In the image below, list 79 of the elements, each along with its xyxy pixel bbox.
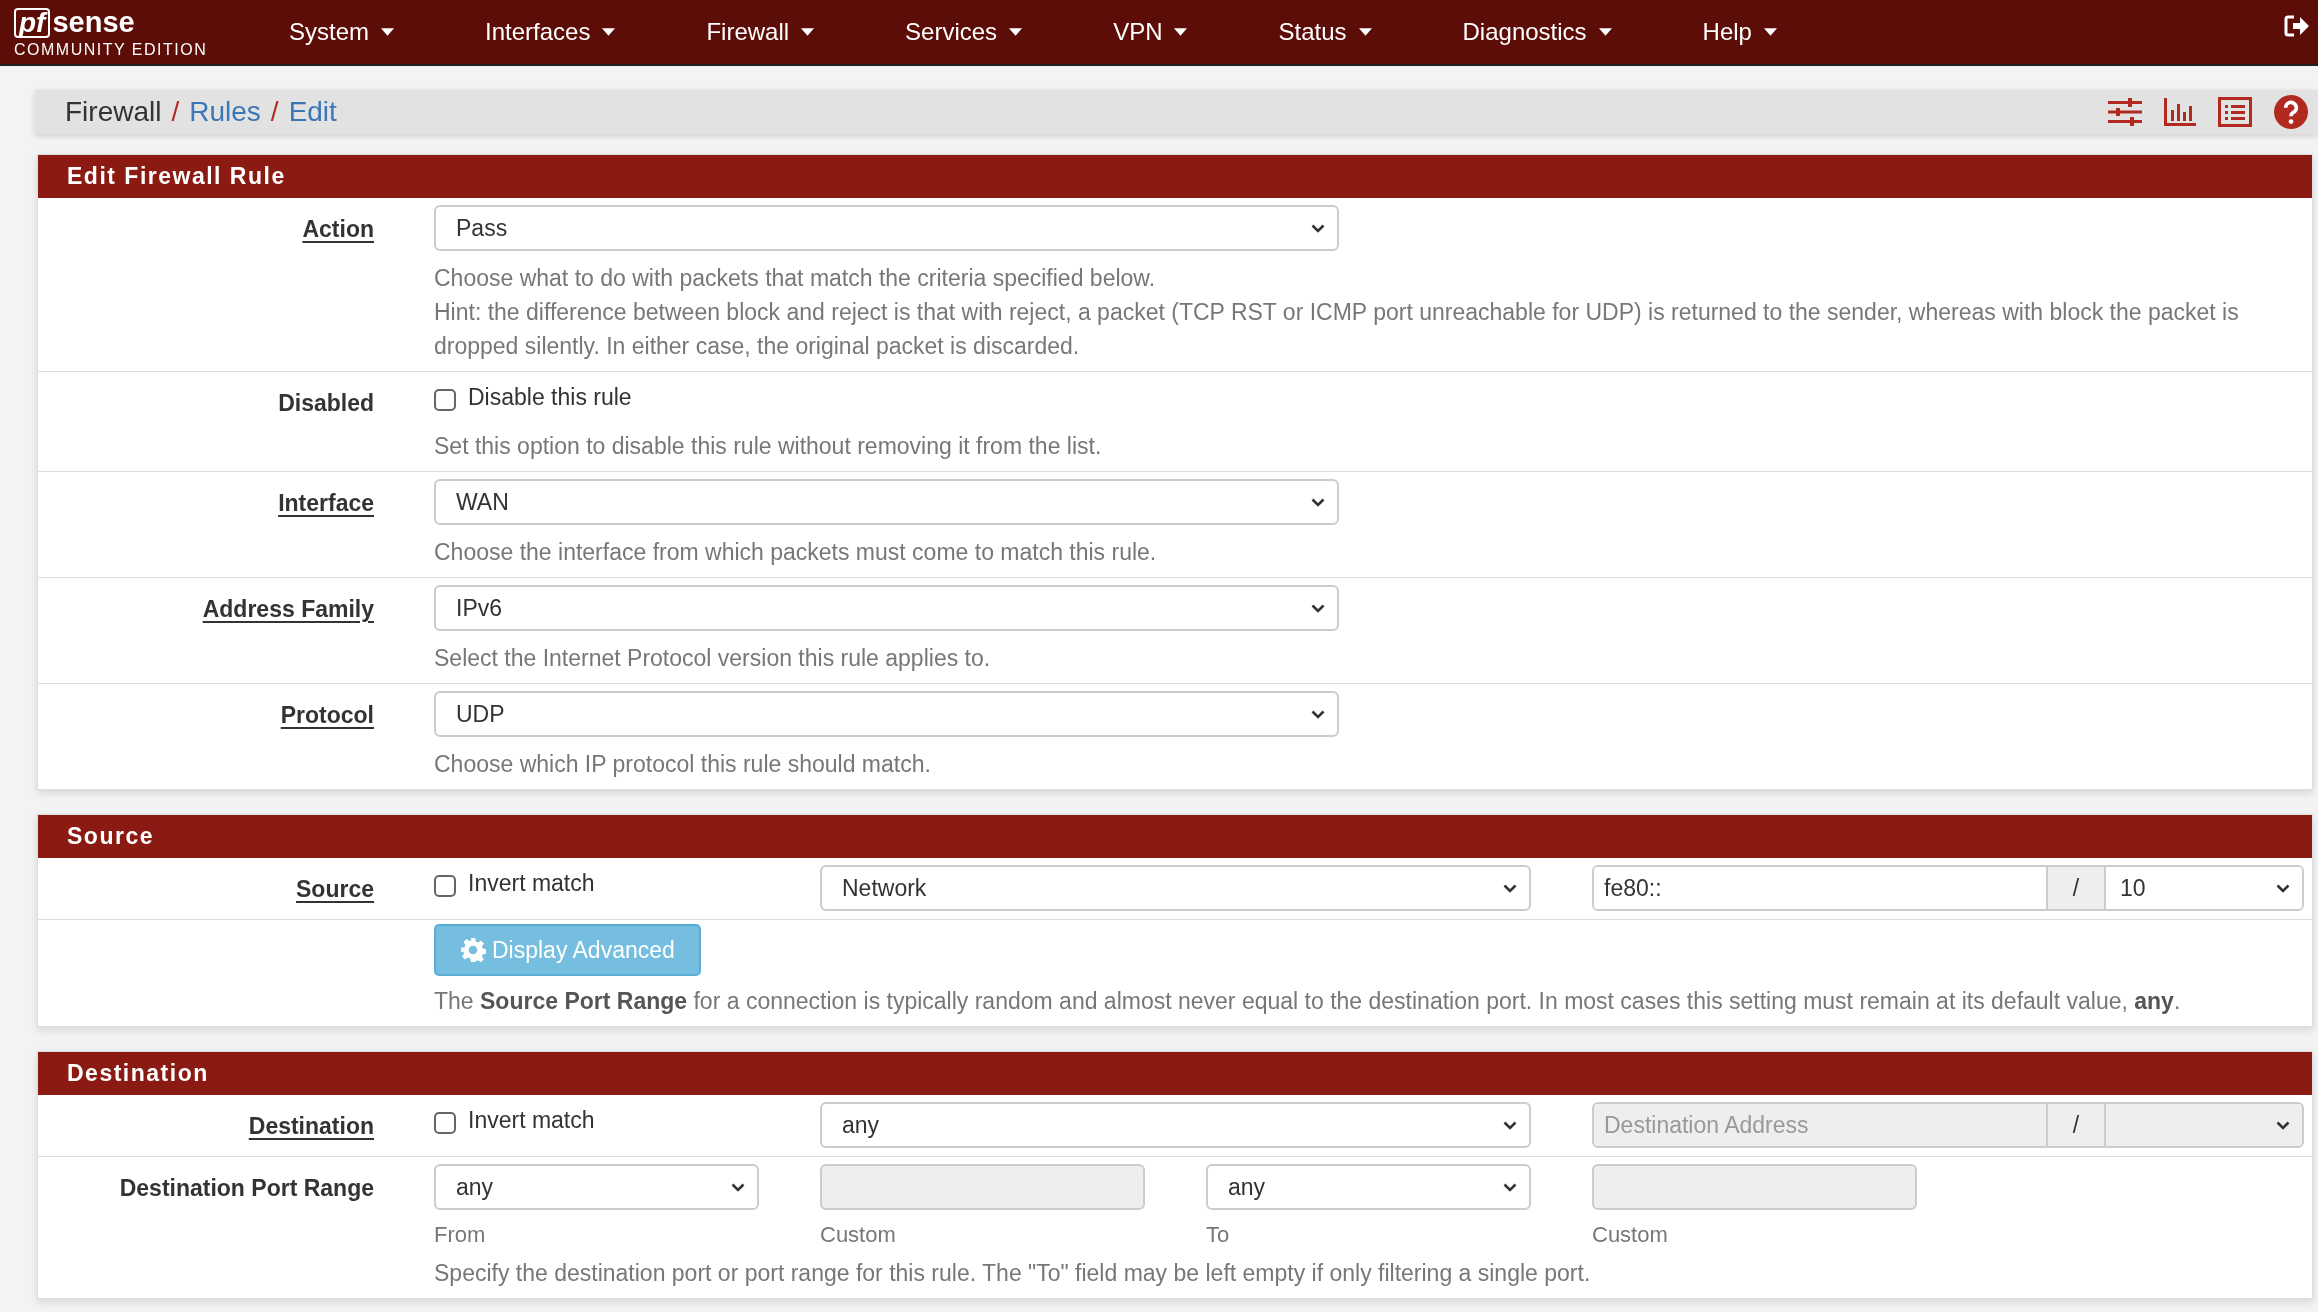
- chevron-icon: [731, 1182, 745, 1192]
- field-caption: To: [1206, 1221, 1231, 1249]
- nav-menu[interactable]: Status: [1253, 0, 1397, 64]
- breadcrumb-separator: /: [270, 96, 279, 128]
- dropdown[interactable]: IPv6: [434, 585, 1339, 631]
- dropdown[interactable]: any: [434, 1164, 759, 1210]
- help-text: Choose what to do with packets that match the criteria specified below.: [434, 264, 1157, 293]
- nav-menu[interactable]: Firewall: [681, 0, 840, 64]
- field-label-link[interactable]: Address Family: [202, 596, 374, 622]
- help-text: Specify the destination port or port range for this rule. The "To" field may be left empty if only filtering a single port.: [434, 1259, 1592, 1288]
- list-icon[interactable]: [2218, 97, 2252, 127]
- chevron-icon: [1503, 883, 1517, 893]
- caret-icon: [1598, 28, 1612, 36]
- help-text: Set this option to disable this rule without removing it from the list.: [434, 432, 1103, 461]
- chevron-icon: [1311, 497, 1325, 507]
- breadcrumb-text: Firewall: [65, 96, 162, 128]
- field-label: Disabled: [278, 390, 374, 416]
- logout-icon[interactable]: [2284, 14, 2310, 38]
- field-label-link[interactable]: Destination: [248, 1113, 374, 1139]
- chevron-icon: [2276, 1120, 2290, 1130]
- chevron-icon: [1311, 709, 1325, 719]
- breadcrumb-link[interactable]: Edit: [288, 96, 337, 128]
- help-text: The Source Port Range for a connection is typically random and almost never equal to the destination port. In most cases this setting must remain at its default value, any.: [434, 987, 2182, 1016]
- section-title: Destination: [38, 1052, 2312, 1095]
- bar-chart-icon[interactable]: [2164, 98, 2196, 126]
- logo-mark: pf: [14, 7, 51, 38]
- caret-icon: [381, 28, 394, 36]
- field-label-link[interactable]: Protocol: [280, 702, 374, 728]
- edition-label: COMMUNITY EDITION: [14, 40, 209, 59]
- nav-menu[interactable]: Interfaces: [460, 0, 641, 64]
- section-title: Source: [38, 815, 2312, 858]
- checkbox[interactable]: [434, 1112, 456, 1134]
- caret-icon: [1763, 28, 1777, 36]
- breadcrumb-separator: /: [171, 96, 180, 128]
- help-text: Select the Internet Protocol version this rule applies to.: [434, 644, 992, 673]
- chevron-icon: [1311, 603, 1325, 613]
- checkbox-label: Disable this rule: [468, 383, 632, 411]
- help-icon[interactable]: [2274, 95, 2308, 129]
- nav-menu[interactable]: Services: [880, 0, 1048, 64]
- checkbox-label: Invert match: [468, 869, 595, 897]
- logo-text: sense: [52, 6, 135, 39]
- dropdown[interactable]: any: [820, 1102, 1531, 1148]
- caret-icon: [1358, 28, 1372, 36]
- section-title: Edit Firewall Rule: [38, 155, 2312, 198]
- help-text: Choose which IP protocol this rule should match.: [434, 750, 932, 779]
- field-label: Destination Port Range: [119, 1175, 374, 1201]
- dropdown[interactable]: UDP: [434, 691, 1339, 737]
- field-caption: From: [434, 1221, 487, 1249]
- breadcrumb-link[interactable]: Rules: [189, 96, 261, 128]
- nav-menu[interactable]: System: [264, 0, 419, 64]
- caret-icon: [1174, 28, 1188, 36]
- dropdown[interactable]: WAN: [434, 479, 1339, 525]
- help-text: Choose the interface from which packets must come to match this rule.: [434, 538, 1158, 567]
- field-label-link[interactable]: Action: [302, 216, 374, 242]
- chevron-icon: [1503, 1182, 1517, 1192]
- checkbox[interactable]: [434, 389, 456, 411]
- field-caption: Custom: [820, 1221, 897, 1249]
- caret-icon: [801, 28, 815, 36]
- help-text: Hint: the difference between block and reject is that with reject, a packet (TCP RST or ICMP port unreachable for UDP) is returned to the sender, whereas with block the packet is dropped silently. In either case, the original packet is discarded.: [434, 298, 2240, 361]
- sliders-icon[interactable]: [2108, 98, 2142, 126]
- field-label-link[interactable]: Source: [296, 876, 374, 902]
- chevron-icon: [1311, 223, 1325, 233]
- nav-menu[interactable]: Help: [1677, 0, 1802, 64]
- nav-menu[interactable]: VPN: [1088, 0, 1213, 64]
- dropdown[interactable]: Network: [820, 865, 1531, 911]
- dropdown[interactable]: Pass: [434, 205, 1339, 251]
- gear-icon: [460, 937, 486, 963]
- caret-icon: [602, 28, 616, 36]
- caret-icon: [1009, 28, 1023, 36]
- checkbox[interactable]: [434, 875, 456, 897]
- dropdown[interactable]: any: [1206, 1164, 1531, 1210]
- field-caption: Custom: [1592, 1221, 1669, 1249]
- chevron-icon: [2276, 883, 2290, 893]
- checkbox-label: Invert match: [468, 1106, 595, 1134]
- chevron-icon: [1503, 1120, 1517, 1130]
- nav-menu[interactable]: Diagnostics: [1437, 0, 1637, 64]
- field-label-link[interactable]: Interface: [278, 490, 374, 516]
- input-addon: /: [2046, 867, 2106, 909]
- input-addon: /: [2046, 1104, 2106, 1146]
